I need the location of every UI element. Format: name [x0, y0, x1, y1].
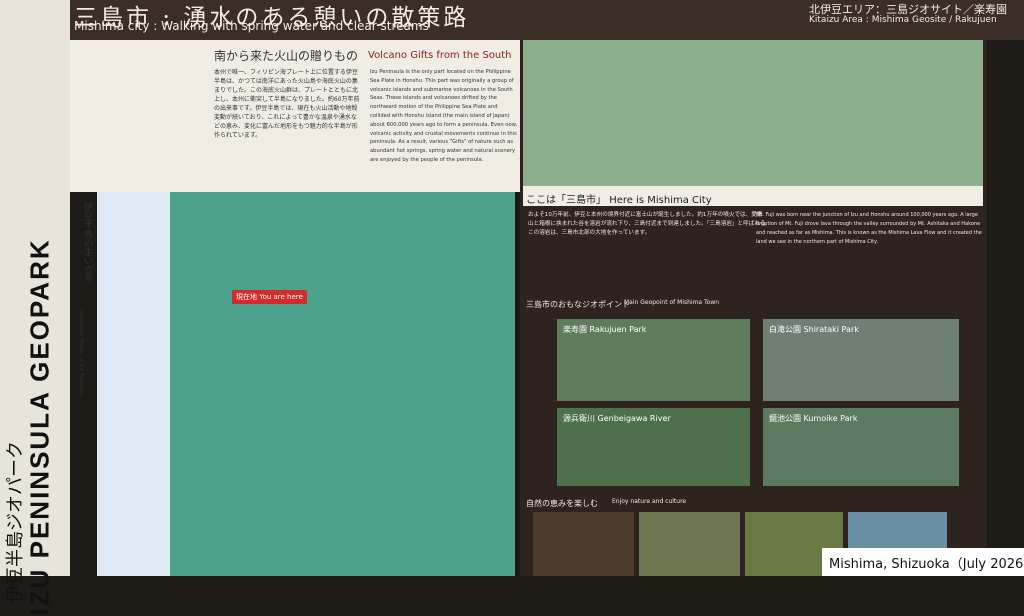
here-title-en: Here is Mishima City [609, 195, 712, 206]
geopoint-label-2: 白滝公園 Shirataki Park [769, 325, 859, 334]
history-title-en: Geological History of Izu Peninsula [78, 310, 84, 397]
geopoint-photo-4: 鏡池公園 Kumoike Park [763, 408, 959, 486]
volcano-title-jp: 南から来た火山の贈りもの [214, 49, 359, 63]
history-title-jp: 伊豆半島の生い立ち [82, 202, 92, 283]
here-body-jp: およそ10万年前、伊豆と本州の境界付近に富士山が誕生しました。約1万年の噴火では… [528, 212, 766, 236]
area-en: Kitaizu Area : Mishima Geosite / Rakujue… [809, 15, 997, 25]
volcano-body-jp: 本州で唯一、フィリピン海プレート上に位置する伊豆半島は、かつては南洋にあった火山… [214, 69, 360, 139]
geopoint-photo-1: 楽寿園 Rakujuen Park [557, 319, 750, 401]
top-photo [523, 40, 983, 186]
here-title: ここは「三島市」 Here is Mishima City [526, 191, 712, 206]
nature-title-en: Enjoy nature and culture [612, 498, 687, 505]
geopoint-photo-3: 源兵衛川 Genbeigawa River [557, 408, 750, 486]
main-geopoint-jp: 三島市のおもなジオポイント [526, 300, 630, 309]
brand-jp: 伊豆半島ジオパーク [5, 441, 26, 603]
nature-photo-2 [639, 512, 740, 576]
nature-title-jp: 自然の恵みを楽しむ [526, 499, 598, 508]
volcano-body-en: Izu Peninsula is the only part located o… [370, 69, 518, 163]
brand-en: IZU PENINSULA GEOPARK [24, 238, 55, 616]
photo-caption: Mishima, Shizuoka（July 2026） [829, 557, 1024, 572]
geopoint-label-3: 源兵衛川 Genbeigawa River [563, 414, 671, 423]
map-marker: 現在地 You are here [232, 290, 307, 304]
here-title-jp: ここは「三島市」 [526, 195, 606, 206]
here-body-en: Mt. Fuji was born near the junction of I… [756, 212, 982, 245]
geopoint-photo-2: 白滝公園 Shirataki Park [763, 319, 959, 401]
page-title-en: Mishima city : Walking with spring water… [74, 19, 429, 33]
nature-photo-1 [533, 512, 634, 576]
geopoint-label-1: 楽寿園 Rakujuen Park [563, 325, 647, 334]
geopoint-label-4: 鏡池公園 Kumoike Park [769, 414, 858, 423]
history-column [97, 192, 172, 576]
map-panel: 現在地 You are here [170, 192, 515, 576]
volcano-title-en: Volcano Gifts from the South [368, 50, 512, 61]
main-geopoint-en: Main Geopoint of Mishima Town [624, 299, 720, 306]
